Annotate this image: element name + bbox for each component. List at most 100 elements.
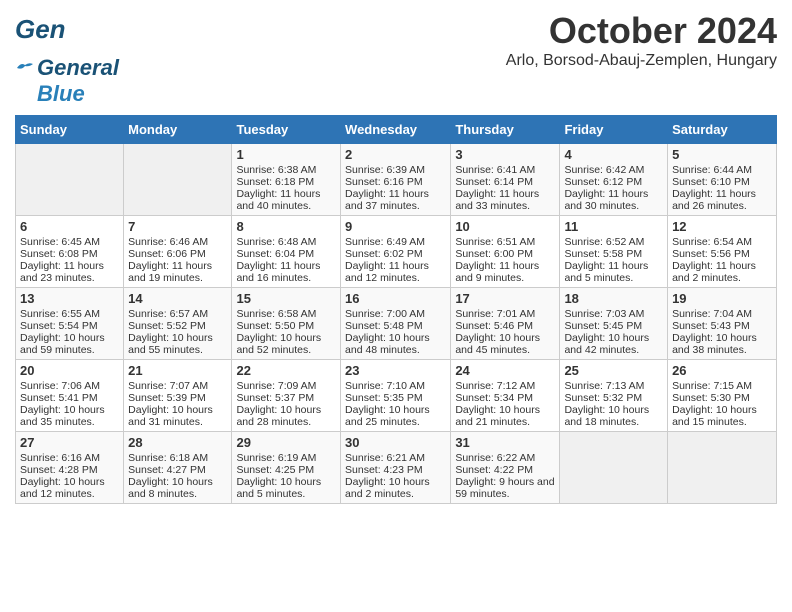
calendar-cell: 5Sunrise: 6:44 AMSunset: 6:10 PMDaylight… <box>668 144 777 216</box>
day-number: 27 <box>20 435 119 450</box>
day-number: 13 <box>20 291 119 306</box>
daylight-text: Daylight: 11 hours and 19 minutes. <box>128 260 227 284</box>
daylight-text: Daylight: 10 hours and 31 minutes. <box>128 404 227 428</box>
sunset-text: Sunset: 4:28 PM <box>20 464 119 476</box>
day-number: 26 <box>672 363 772 378</box>
daylight-text: Daylight: 11 hours and 23 minutes. <box>20 260 119 284</box>
calendar-cell: 6 Sunrise: 6:45 AMSunset: 6:08 PMDaylight… <box>16 216 124 288</box>
sunrise-text: Sunrise: 7:09 AM <box>236 380 336 392</box>
day-number: 7 <box>128 219 227 234</box>
sunset-text: Sunset: 5:34 PM <box>455 392 555 404</box>
daylight-text: Daylight: 10 hours and 18 minutes. <box>564 404 663 428</box>
sunset-text: Sunset: 6:06 PM <box>128 248 227 260</box>
sunset-text: Sunset: 6:10 PM <box>672 176 772 188</box>
calendar-cell: 22Sunrise: 7:09 AMSunset: 5:37 PMDayligh… <box>232 360 341 432</box>
svg-text:General: General <box>15 14 65 44</box>
day-number: 18 <box>564 291 663 306</box>
daylight-text: Daylight: 11 hours and 12 minutes. <box>345 260 446 284</box>
daylight-text: Daylight: 11 hours and 2 minutes. <box>672 260 772 284</box>
sunrise-text: Sunrise: 6:41 AM <box>455 164 555 176</box>
sunrise-text: Sunrise: 7:12 AM <box>455 380 555 392</box>
day-number: 2 <box>345 147 446 162</box>
sunset-text: Sunset: 5:54 PM <box>20 320 119 332</box>
sunrise-text: Sunrise: 6:44 AM <box>672 164 772 176</box>
sunset-text: Sunset: 6:02 PM <box>345 248 446 260</box>
day-number: 15 <box>236 291 336 306</box>
calendar-cell: 11Sunrise: 6:52 AMSunset: 5:58 PMDayligh… <box>560 216 668 288</box>
sunrise-text: Sunrise: 7:10 AM <box>345 380 446 392</box>
daylight-text: Daylight: 11 hours and 5 minutes. <box>564 260 663 284</box>
day-number: 25 <box>564 363 663 378</box>
page-container: General General Blue October 2024 Arlo, … <box>0 0 792 514</box>
day-number: 5 <box>672 147 772 162</box>
logo: General General Blue <box>15 10 119 107</box>
calendar-cell: 19Sunrise: 7:04 AMSunset: 5:43 PMDayligh… <box>668 288 777 360</box>
sunrise-text: Sunrise: 7:06 AM <box>20 380 119 392</box>
calendar-cell: 31Sunrise: 6:22 AMSunset: 4:22 PMDayligh… <box>451 432 560 504</box>
bird-icon <box>15 60 35 76</box>
daylight-text: Daylight: 10 hours and 38 minutes. <box>672 332 772 356</box>
sunrise-text: Sunrise: 6:38 AM <box>236 164 336 176</box>
calendar-week-row: 27 Sunrise: 6:16 AMSunset: 4:28 PM Dayligh… <box>16 432 777 504</box>
sunrise-text: Sunrise: 6:55 AM <box>20 308 119 320</box>
location: Arlo, Borsod-Abauj-Zemplen, Hungary <box>506 52 777 70</box>
sunset-text: Sunset: 6:04 PM <box>236 248 336 260</box>
daylight-text: Daylight: 11 hours and 16 minutes. <box>236 260 336 284</box>
daylight-text: Daylight: 10 hours and 5 minutes. <box>236 476 336 500</box>
daylight-text: Daylight: 11 hours and 9 minutes. <box>455 260 555 284</box>
sunrise-text: Sunrise: 6:48 AM <box>236 236 336 248</box>
sunrise-text: Sunrise: 7:00 AM <box>345 308 446 320</box>
calendar-cell: 13Sunrise: 6:55 AMSunset: 5:54 PMDayligh… <box>16 288 124 360</box>
calendar-cell: 8Sunrise: 6:48 AMSunset: 6:04 PMDaylight… <box>232 216 341 288</box>
sunrise-text: Sunrise: 7:07 AM <box>128 380 227 392</box>
calendar-cell: 20Sunrise: 7:06 AMSunset: 5:41 PMDayligh… <box>16 360 124 432</box>
day-number: 11 <box>564 219 663 234</box>
daylight-text: Daylight: 10 hours and 21 minutes. <box>455 404 555 428</box>
calendar-cell: 12Sunrise: 6:54 AMSunset: 5:56 PMDayligh… <box>668 216 777 288</box>
sunset-text: Sunset: 5:41 PM <box>20 392 119 404</box>
month-title: October 2024 <box>506 10 777 52</box>
sunset-text: Sunset: 4:25 PM <box>236 464 336 476</box>
sunset-text: Sunset: 6:08 PM <box>20 248 119 260</box>
sunrise-text: Sunrise: 6:45 AM <box>20 236 119 248</box>
sunset-text: Sunset: 5:56 PM <box>672 248 772 260</box>
sunset-text: Sunset: 5:45 PM <box>564 320 663 332</box>
calendar-cell: 21Sunrise: 7:07 AMSunset: 5:39 PMDayligh… <box>124 360 232 432</box>
sunrise-text: Sunrise: 7:03 AM <box>564 308 663 320</box>
day-number: 6 <box>20 219 119 234</box>
weekday-header: Sunday <box>16 116 124 144</box>
calendar-cell: 15Sunrise: 6:58 AMSunset: 5:50 PMDayligh… <box>232 288 341 360</box>
sunset-text: Sunset: 5:39 PM <box>128 392 227 404</box>
daylight-text: Daylight: 10 hours and 45 minutes. <box>455 332 555 356</box>
calendar-cell: 18Sunrise: 7:03 AMSunset: 5:45 PMDayligh… <box>560 288 668 360</box>
calendar-week-row: 20Sunrise: 7:06 AMSunset: 5:41 PMDayligh… <box>16 360 777 432</box>
day-number: 10 <box>455 219 555 234</box>
day-number: 31 <box>455 435 555 450</box>
sunrise-text: Sunrise: 6:16 AM <box>20 452 119 464</box>
daylight-text: Daylight: 11 hours and 37 minutes. <box>345 188 446 212</box>
day-number: 22 <box>236 363 336 378</box>
sunrise-text: Sunrise: 7:01 AM <box>455 308 555 320</box>
calendar-cell: 7Sunrise: 6:46 AMSunset: 6:06 PMDaylight… <box>124 216 232 288</box>
day-number: 17 <box>455 291 555 306</box>
calendar-cell: 23Sunrise: 7:10 AMSunset: 5:35 PMDayligh… <box>341 360 451 432</box>
sunset-text: Sunset: 6:16 PM <box>345 176 446 188</box>
sunset-text: Sunset: 5:43 PM <box>672 320 772 332</box>
daylight-text: Daylight: 10 hours and 25 minutes. <box>345 404 446 428</box>
calendar-cell <box>124 144 232 216</box>
calendar-cell <box>16 144 124 216</box>
weekday-header: Saturday <box>668 116 777 144</box>
calendar-cell: 14Sunrise: 6:57 AMSunset: 5:52 PMDayligh… <box>124 288 232 360</box>
day-number: 9 <box>345 219 446 234</box>
daylight-text: Daylight: 11 hours and 33 minutes. <box>455 188 555 212</box>
sunset-text: Sunset: 4:27 PM <box>128 464 227 476</box>
calendar-cell: 27Sunrise: 6:16 AMSunset: 4:28 PMDayligh… <box>16 432 124 504</box>
sunset-text: Sunset: 6:12 PM <box>564 176 663 188</box>
sunrise-text: Sunrise: 6:49 AM <box>345 236 446 248</box>
day-number: 3 <box>455 147 555 162</box>
logo-blue-text: Blue <box>37 81 85 107</box>
daylight-text: Daylight: 9 hours and 59 minutes. <box>455 476 555 500</box>
daylight-text: Daylight: 10 hours and 28 minutes. <box>236 404 336 428</box>
weekday-header: Wednesday <box>341 116 451 144</box>
calendar-week-row: 6Sunrise: 6:45 AMSunset: 6:08 PMDaylight… <box>16 216 777 288</box>
